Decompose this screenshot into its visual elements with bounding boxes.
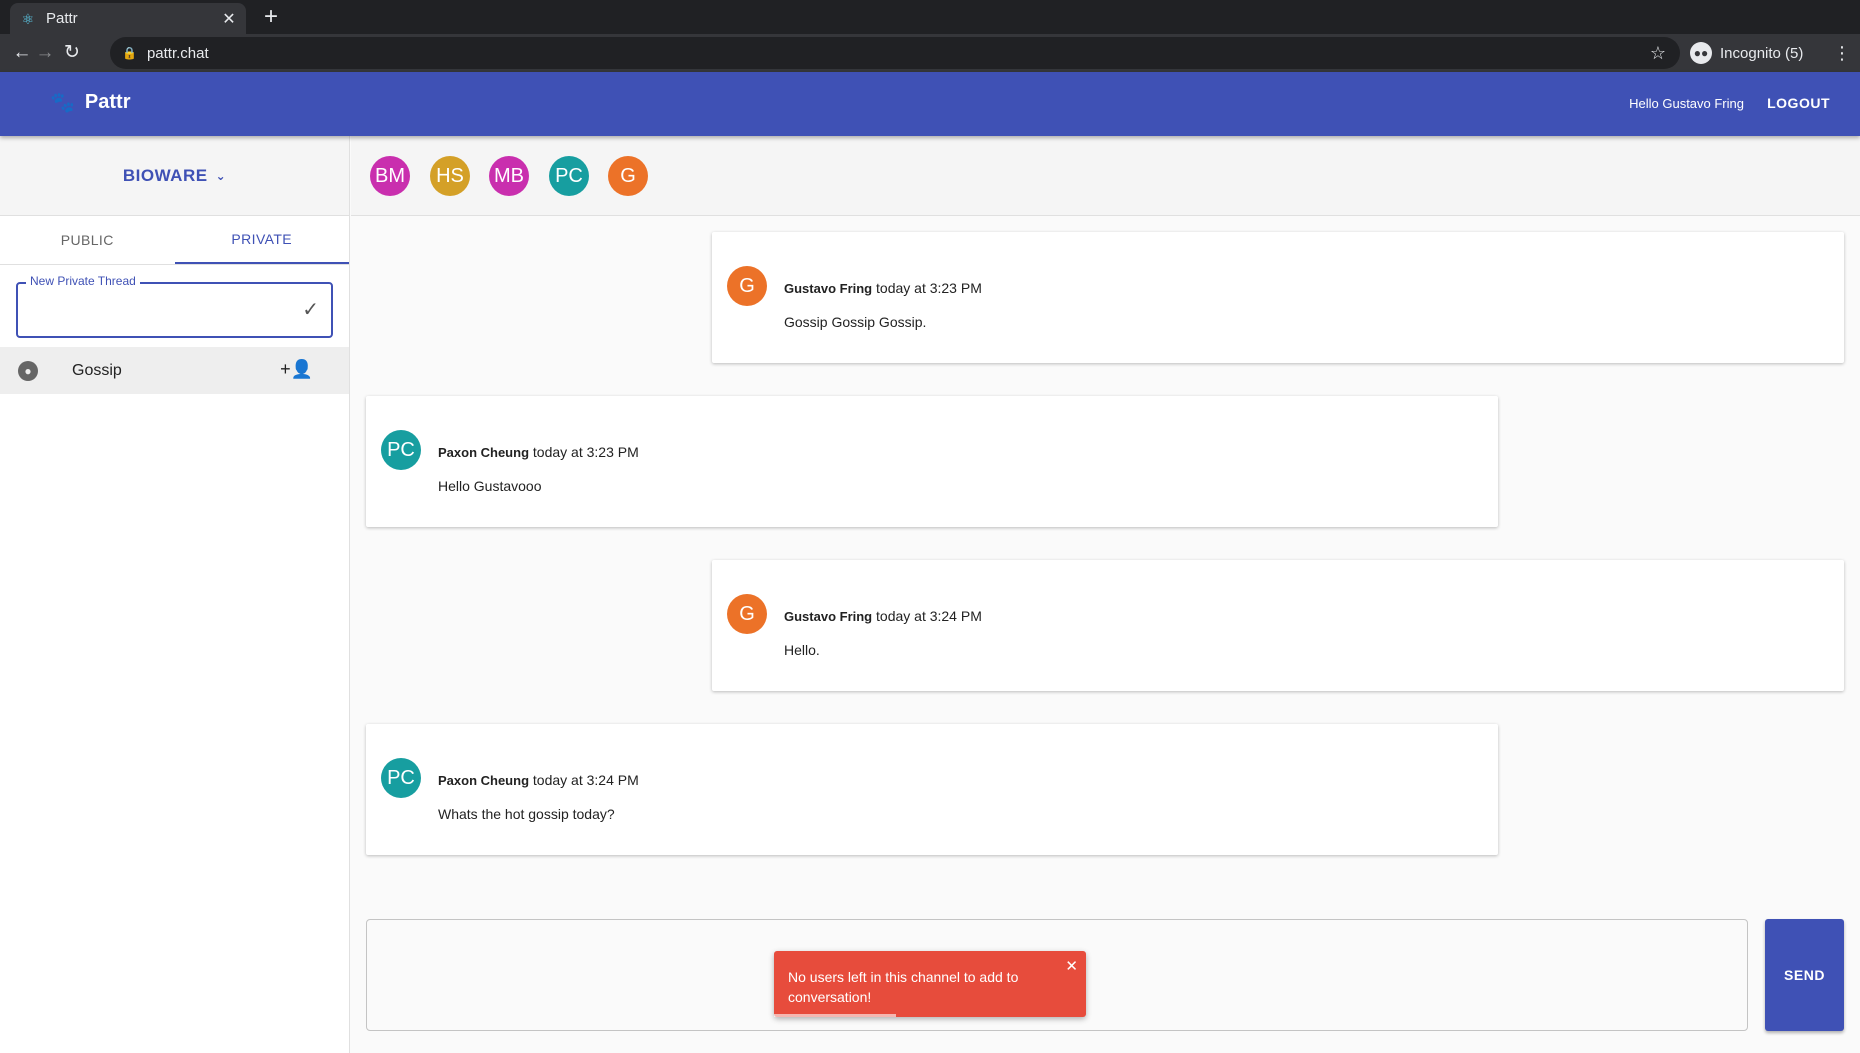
new-thread-form: ✓ New Private Thread xyxy=(0,265,349,347)
message-author: Paxon Cheung xyxy=(438,773,530,788)
new-private-thread-field: ✓ xyxy=(16,282,333,338)
message-card: PC Paxon Cheung today at 3:24 PM Whats t… xyxy=(366,724,1498,855)
browser-menu-icon[interactable]: ⋮ xyxy=(1832,40,1852,66)
message-text: Whats the hot gossip today? xyxy=(438,806,615,822)
lock-icon: 🔒 xyxy=(122,46,137,60)
bookmark-star-icon[interactable]: ☆ xyxy=(1650,43,1666,64)
thread-tabs: PUBLIC PRIVATE xyxy=(0,216,349,265)
member-avatar[interactable]: BM xyxy=(370,156,410,196)
tab-private[interactable]: PRIVATE xyxy=(174,216,349,264)
member-avatar[interactable]: PC xyxy=(549,156,589,196)
error-toast: No users left in this channel to add to … xyxy=(774,951,1086,1017)
new-private-thread-input[interactable] xyxy=(30,296,290,326)
member-avatar[interactable]: HS xyxy=(430,156,470,196)
new-private-thread-label: New Private Thread xyxy=(26,274,140,288)
message-text: Gossip Gossip Gossip. xyxy=(784,314,927,330)
message-avatar: PC xyxy=(381,430,421,470)
address-bar[interactable]: 🔒 pattr.chat ☆ xyxy=(110,37,1680,69)
message-author: Gustavo Fring xyxy=(784,281,873,296)
browser-tab-title: Pattr xyxy=(46,10,78,27)
toast-progress xyxy=(774,1014,896,1017)
browser-toolbar: ← → ↻ 🔒 pattr.chat ☆ ●● Incognito (5) ⋮ xyxy=(0,34,1860,72)
address-url: pattr.chat xyxy=(146,44,209,62)
member-bar: BM HS MB PC G xyxy=(351,136,1860,216)
forward-arrow-icon[interactable]: → xyxy=(32,40,58,66)
message-meta: Paxon Cheung today at 3:24 PM xyxy=(438,772,639,788)
send-button[interactable]: SEND xyxy=(1765,919,1844,1031)
incognito-indicator[interactable]: ●● Incognito (5) xyxy=(1690,38,1803,68)
message-author: Gustavo Fring xyxy=(784,609,873,624)
message-meta: Paxon Cheung today at 3:23 PM xyxy=(438,444,639,460)
incognito-label: Incognito (5) xyxy=(1720,44,1804,62)
message-meta: Gustavo Fring today at 3:23 PM xyxy=(784,280,982,296)
app-header: 🐾 Pattr Hello Gustavo Fring LOGOUT xyxy=(0,72,1860,136)
browser-tabstrip: ⚛ Pattr ✕ + xyxy=(0,0,1860,34)
incognito-icon: ●● xyxy=(1690,42,1712,64)
toast-message: No users left in this channel to add to … xyxy=(788,969,1019,1005)
paw-icon: 🐾 xyxy=(50,92,75,114)
message-time: today at 3:23 PM xyxy=(532,444,639,460)
message-time: today at 3:24 PM xyxy=(876,608,982,624)
message-text: Hello. xyxy=(784,642,820,658)
member-avatar[interactable]: G xyxy=(608,156,648,196)
message-time: today at 3:23 PM xyxy=(876,280,982,296)
message-card: G Gustavo Fring today at 3:23 PM Gossip … xyxy=(712,232,1844,363)
brand-name: Pattr xyxy=(84,91,131,113)
thread-item-gossip[interactable]: ● Gossip +👤 xyxy=(0,347,349,394)
new-tab-icon[interactable]: + xyxy=(258,4,284,30)
add-user-icon[interactable]: +👤 xyxy=(280,359,313,380)
message-time: today at 3:24 PM xyxy=(532,772,639,788)
logout-button[interactable]: LOGOUT xyxy=(1759,93,1838,113)
react-favicon-icon: ⚛ xyxy=(21,10,35,27)
member-avatar[interactable]: MB xyxy=(489,156,529,196)
org-name: BIOWARE xyxy=(122,165,208,185)
message-avatar: PC xyxy=(381,758,421,798)
message-card: PC Paxon Cheung today at 3:23 PM Hello G… xyxy=(366,396,1498,527)
thread-name: Gossip xyxy=(72,361,122,379)
chevron-down-icon: ⌄ xyxy=(215,168,227,183)
org-selector[interactable]: BIOWARE ⌄ xyxy=(0,136,349,216)
reload-icon[interactable]: ↻ xyxy=(59,40,85,66)
brand-logo[interactable]: 🐾 Pattr xyxy=(50,90,130,115)
account-circle-icon: ● xyxy=(18,360,38,381)
sidebar: BIOWARE ⌄ PUBLIC PRIVATE ✓ New Private T… xyxy=(0,136,350,1053)
check-icon[interactable]: ✓ xyxy=(302,297,319,322)
message-avatar: G xyxy=(727,266,767,306)
message-avatar: G xyxy=(727,594,767,634)
close-tab-icon[interactable]: ✕ xyxy=(218,9,240,29)
browser-tab[interactable]: ⚛ Pattr ✕ xyxy=(10,3,246,34)
message-card: G Gustavo Fring today at 3:24 PM Hello. xyxy=(712,560,1844,691)
user-greeting: Hello Gustavo Fring xyxy=(1629,96,1744,111)
tab-public[interactable]: PUBLIC xyxy=(0,216,175,264)
message-author: Paxon Cheung xyxy=(438,445,530,460)
message-text: Hello Gustavooo xyxy=(438,478,542,494)
close-icon[interactable]: ✕ xyxy=(1065,957,1078,975)
message-meta: Gustavo Fring today at 3:24 PM xyxy=(784,608,982,624)
